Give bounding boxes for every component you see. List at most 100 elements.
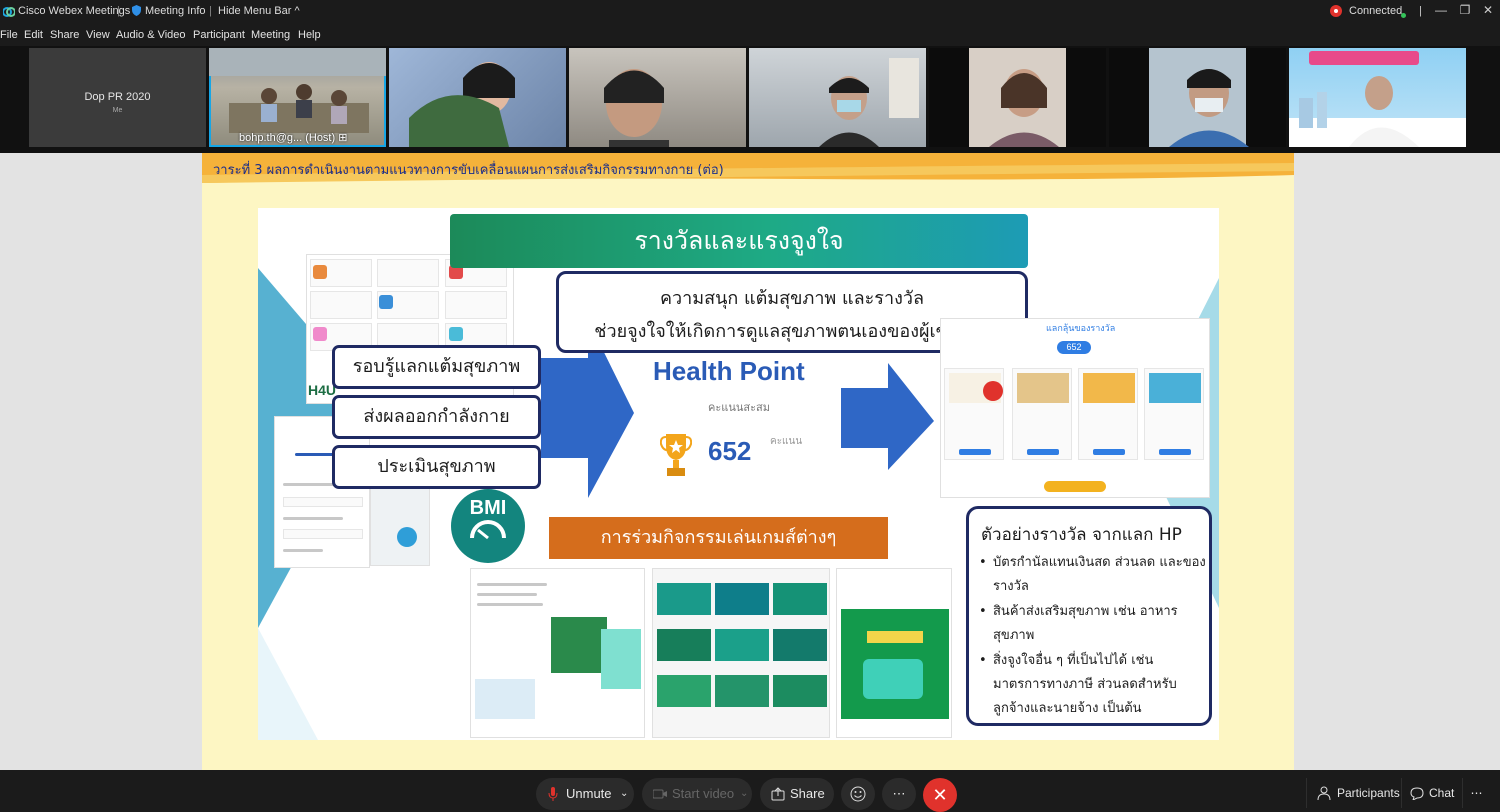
share-label: Share — [790, 786, 825, 801]
health-point-value: 652 — [708, 436, 752, 466]
redeem-button-image — [1044, 481, 1106, 492]
video-frame — [969, 48, 1066, 147]
chevron-down-icon[interactable]: ⌄ — [740, 778, 748, 810]
video-frame — [604, 69, 669, 147]
start-video-label: Start video — [672, 786, 735, 801]
menu-participant[interactable]: Participant — [193, 29, 245, 41]
participant-video-strip: Dop PR 2020 Me bohp.th@g... (Host) ⊞ — [0, 46, 1500, 153]
share-screen-icon: ⊞ — [338, 132, 348, 144]
reward-card — [1012, 368, 1072, 460]
connection-status: Connected — [1349, 5, 1403, 17]
ellipsis-icon: ⋯ — [1470, 786, 1483, 800]
reactions-button[interactable] — [841, 778, 875, 810]
reward-card — [944, 368, 1004, 460]
self-sub-label: Me — [112, 107, 123, 114]
chat-button[interactable]: Chat — [1401, 778, 1459, 808]
health-point-title: Health Point — [653, 356, 805, 386]
reward-examples-title: ตัวอย่างรางวัล จากแลก HP — [981, 525, 1182, 545]
video-frame — [1289, 51, 1466, 147]
chevron-down-icon[interactable]: ⌄ — [620, 778, 628, 810]
reward-examples-list: บัตรกำนัลแทนเงินสด ส่วนลด และของรางวัล ส… — [979, 551, 1209, 722]
self-name: Dop PR 2020 — [84, 91, 151, 103]
reward-examples-box: ตัวอย่างรางวัล จากแลก HP บัตรกำนัลแทนเงิ… — [966, 506, 1212, 726]
app-title: Cisco Webex Meetings — [18, 5, 131, 17]
reward-card — [1144, 368, 1204, 460]
participant-video-tile[interactable] — [389, 48, 566, 147]
thanks-post-screenshot — [836, 568, 952, 738]
shield-icon — [132, 5, 141, 18]
meeting-control-bar: Unmute ⌄ Start video ⌄ Share ⋯ Participa… — [0, 770, 1500, 812]
smiley-icon — [850, 786, 866, 802]
ellipsis-icon: ⋯ — [892, 786, 906, 801]
bmi-badge: BMI — [451, 489, 525, 563]
list-item: บัตรกำนัลแทนเงินสด ส่วนลด และของรางวัล — [979, 551, 1209, 599]
participant-video-tile[interactable] — [1289, 48, 1466, 147]
start-video-button[interactable]: Start video ⌄ — [642, 778, 752, 810]
participant-video-tile[interactable] — [1109, 48, 1286, 147]
slide-content-panel: H4U รางวัลและแรงจูงใจ ความสนุก แต้มสุขภา… — [258, 208, 1219, 740]
list-item: สิ่งจูงใจอื่น ๆ ที่เป็นไปได้ เช่น มาตรกา… — [979, 649, 1209, 721]
person-icon — [1317, 786, 1331, 800]
recording-icon — [1330, 5, 1342, 20]
participant-video-tile[interactable] — [929, 48, 1106, 147]
more-panels-button[interactable]: ⋯ — [1462, 778, 1490, 808]
presentation-slide: วาระที่ 3 ผลการดำเนินงานตามแนวทางการขับเ… — [202, 153, 1294, 770]
menu-bar: File Edit Share View Audio & Video Parti… — [0, 24, 1500, 46]
shared-content-area: วาระที่ 3 ผลการดำเนินงานตามแนวทางการขับเ… — [0, 153, 1500, 770]
close-icon[interactable]: ✕ — [1477, 3, 1499, 21]
exchange-title: แลกลุ้นของรางวัล — [1046, 324, 1116, 334]
chevron-up-icon: ^ — [294, 5, 300, 17]
exercise-submit-pill: ส่งผลออกกำลังกาย — [332, 395, 541, 439]
trophy-icon — [660, 434, 692, 476]
meeting-info-button[interactable]: Meeting Info — [145, 5, 206, 17]
chat-label: Chat — [1429, 786, 1455, 800]
health-point-unit: คะแนน — [770, 436, 803, 447]
self-video-tile[interactable]: Dop PR 2020 Me — [29, 48, 206, 147]
microphone-muted-icon — [548, 787, 558, 801]
participants-label: Participants — [1337, 786, 1400, 800]
gauge-icon — [470, 520, 506, 540]
menu-edit[interactable]: Edit — [24, 29, 43, 41]
host-name-label: bohp.th@g... (Host) ⊞ — [239, 132, 348, 144]
share-button[interactable]: Share — [760, 778, 834, 810]
webex-logo-icon — [3, 7, 15, 17]
hide-menu-bar-button[interactable]: Hide Menu Bar ^ — [218, 5, 300, 17]
end-meeting-button[interactable]: ✕ — [923, 778, 957, 812]
menu-help[interactable]: Help — [298, 29, 321, 41]
hide-menu-label: Hide Menu Bar — [218, 5, 292, 17]
host-video-tile[interactable]: bohp.th@g... (Host) ⊞ — [209, 48, 386, 147]
title-separator: | — [117, 5, 120, 17]
menu-share[interactable]: Share — [50, 29, 79, 41]
reward-card — [1078, 368, 1138, 460]
minimize-icon[interactable]: — — [1430, 3, 1452, 21]
map-screenshot — [370, 486, 430, 566]
health-assessment-pill: ประเมินสุขภาพ — [332, 445, 541, 489]
participant-video-tile[interactable] — [749, 48, 926, 147]
menu-audio-video[interactable]: Audio & Video — [116, 29, 186, 41]
knowledge-points-pill: รอบรู้แลกแต้มสุขภาพ — [332, 345, 541, 389]
restore-icon[interactable]: ❐ — [1454, 3, 1476, 21]
video-off-icon — [653, 789, 667, 799]
connected-dot-icon — [1401, 9, 1406, 21]
unmute-button[interactable]: Unmute ⌄ — [536, 778, 634, 810]
games-activity-bar: การร่วมกิจกรรมเล่นเกมส์ต่างๆ — [549, 517, 888, 559]
more-options-button[interactable]: ⋯ — [882, 778, 916, 810]
webex-window: Cisco Webex Meetings | Meeting Info | Hi… — [0, 0, 1500, 812]
rewards-banner: รางวัลและแรงจูงใจ — [450, 214, 1028, 268]
list-item: สินค้าส่งเสริมสุขภาพ เช่น อาหารสุขภาพ — [979, 600, 1209, 648]
share-icon — [771, 787, 785, 801]
slide-title: วาระที่ 3 ผลการดำเนินงานตามแนวทางการขับเ… — [213, 163, 724, 178]
menu-file[interactable]: File — [0, 29, 18, 41]
video-frame — [1149, 48, 1249, 147]
menu-view[interactable]: View — [86, 29, 110, 41]
exchange-points-badge: 652 — [1057, 341, 1091, 354]
menu-meeting[interactable]: Meeting — [251, 29, 290, 41]
game-grid-screenshot — [652, 568, 830, 738]
participant-video-tile[interactable] — [569, 48, 746, 147]
motto-line-1: ความสนุก แต้มสุขภาพ และรางวัล — [659, 288, 925, 309]
video-frame — [409, 62, 515, 147]
unmute-label: Unmute — [566, 786, 612, 801]
title-separator: | — [209, 5, 212, 17]
participants-button[interactable]: Participants — [1306, 778, 1400, 808]
facebook-post-screenshot — [470, 568, 645, 738]
